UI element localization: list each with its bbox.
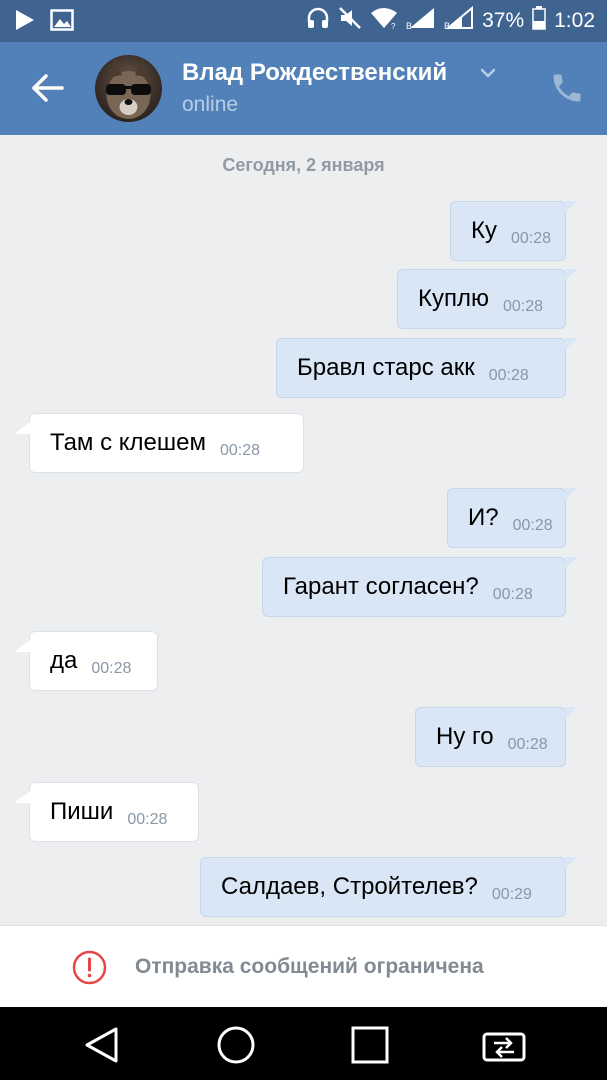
message-bubble-outgoing[interactable]: Салдаев, Стройтелев? 00:29 <box>200 857 577 917</box>
message-time: 00:28 <box>510 230 552 247</box>
message-bubble-incoming[interactable]: да 00:28 <box>14 631 158 691</box>
navigation-bar <box>0 1007 607 1080</box>
message-time: 00:28 <box>502 298 544 315</box>
mute-icon <box>338 6 362 36</box>
status-bar: ? B B 37% 1:02 <box>0 0 607 42</box>
message-text: Салдаев, Стройтелев? <box>221 873 478 900</box>
nav-home-button[interactable] <box>216 1025 256 1065</box>
message-text: Там с клешем <box>50 429 206 456</box>
message-bubble-incoming[interactable]: Пиши 00:28 <box>14 782 199 842</box>
recents-square-icon <box>351 1026 389 1064</box>
message-time: 00:29 <box>491 886 532 903</box>
message-time: 00:28 <box>488 367 529 384</box>
message-time: 00:28 <box>512 517 553 534</box>
svg-text:B: B <box>406 21 412 30</box>
image-icon <box>50 9 74 36</box>
message-bubble-incoming[interactable]: Там с клешем 00:28 <box>14 413 304 473</box>
battery-percent: 37% <box>482 9 525 32</box>
message-bubble-outgoing[interactable]: Бравл старс акк 00:28 <box>276 338 577 398</box>
contact-status: online <box>182 93 239 116</box>
battery-icon <box>532 6 546 36</box>
phone-icon <box>553 74 581 102</box>
back-triangle-icon <box>85 1027 118 1063</box>
screen-switch-icon <box>482 1032 526 1062</box>
play-icon <box>14 8 36 37</box>
date-separator: Сегодня, 2 января <box>222 155 385 175</box>
message-text: Бравл старс акк <box>297 354 475 381</box>
message-time: 00:28 <box>507 736 548 753</box>
message-text: И? <box>468 504 499 531</box>
message-bubble-outgoing[interactable]: Куплю 00:28 <box>397 269 577 329</box>
contact-name[interactable]: Влад Рождественский <box>182 59 447 87</box>
message-time: 00:28 <box>492 586 533 603</box>
message-time: 00:28 <box>220 442 261 459</box>
message-time: 00:28 <box>127 811 168 828</box>
svg-text:B: B <box>444 21 450 30</box>
message-time: 00:28 <box>91 660 132 677</box>
back-button[interactable] <box>28 70 68 106</box>
svg-text:?: ? <box>391 22 396 30</box>
status-time: 1:02 <box>554 9 595 32</box>
nav-switch-button[interactable] <box>481 1025 527 1065</box>
arrow-left-icon <box>32 74 64 102</box>
headphones-icon <box>306 6 330 36</box>
call-button[interactable] <box>549 70 585 106</box>
message-bubble-outgoing[interactable]: Ку 00:28 <box>450 201 577 261</box>
warning-icon <box>72 950 107 985</box>
signal-icon: B <box>444 5 474 36</box>
message-text: Ку <box>471 217 497 244</box>
message-bubble-outgoing[interactable]: Гарант согласен? 00:28 <box>262 557 577 617</box>
home-circle-icon <box>217 1026 255 1064</box>
nav-back-button[interactable] <box>82 1025 122 1065</box>
wifi-icon: ? <box>370 6 398 36</box>
message-bubble-outgoing[interactable]: Ну го 00:28 <box>415 707 577 767</box>
message-text: Куплю <box>418 285 489 312</box>
message-text: Пиши <box>50 798 114 825</box>
chevron-down-icon[interactable] <box>480 66 496 80</box>
messaging-restricted-bar: Отправка сообщений ограничена <box>0 925 607 1007</box>
message-text: Гарант согласен? <box>283 573 479 600</box>
chat-header: Влад Рождественский online <box>0 42 607 135</box>
restricted-message: Отправка сообщений ограничена <box>135 955 484 978</box>
nav-recents-button[interactable] <box>350 1025 390 1065</box>
message-bubble-outgoing[interactable]: И? 00:28 <box>447 488 577 548</box>
signal-icon: B <box>406 6 436 36</box>
avatar[interactable] <box>95 55 162 122</box>
message-list[interactable]: Сегодня, 2 января Ку 00:28 Куплю 00:28 Б… <box>0 135 607 925</box>
message-text: да <box>50 647 78 674</box>
message-text: Ну го <box>436 723 494 750</box>
